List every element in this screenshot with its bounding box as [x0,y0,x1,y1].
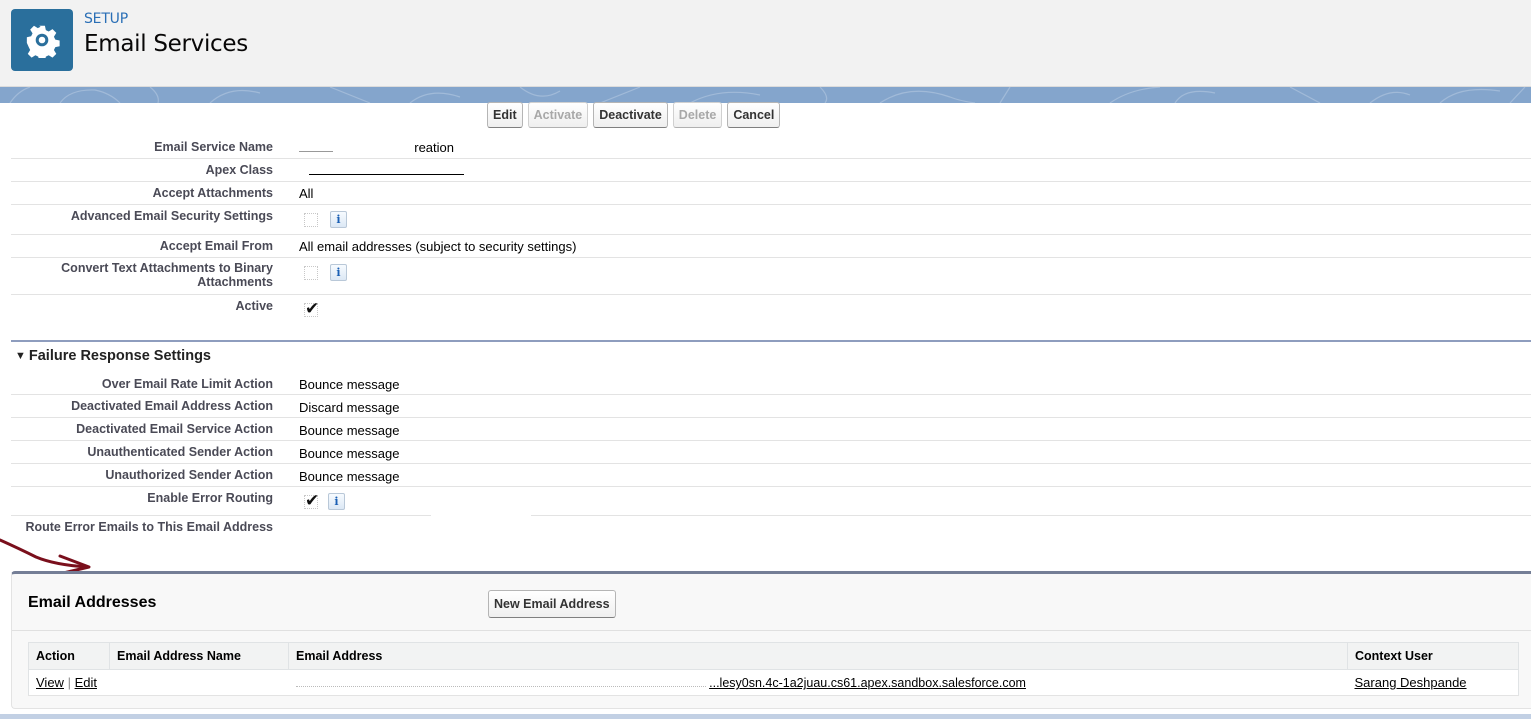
cancel-button[interactable]: Cancel [727,102,781,128]
label-apex-class: Apex Class [205,163,273,177]
table-header-row: Action Email Address Name Email Address … [28,642,1519,670]
redacted-text [299,144,333,152]
row-deactivated-address: Deactivated Email Address Action Discard… [11,395,1531,418]
row-accept-email-from: Accept Email From All email addresses (s… [11,235,1531,258]
value-active [304,299,319,319]
info-icon[interactable]: i [328,493,345,511]
row-advanced-security: Advanced Email Security Settings i [11,205,1531,235]
deactivate-button[interactable]: Deactivate [593,102,668,128]
column-header-email-address-name: Email Address Name [109,642,289,670]
convert-text-checkbox [304,265,318,280]
value-unauthorized-sender: Bounce message [299,469,400,484]
decorative-banner [0,87,1531,103]
row-email-service-name: Email Service Name reation [11,135,1531,159]
page-header: SETUP Email Services [0,0,1531,87]
value-enable-error-routing: i [304,491,345,511]
row-unauthorized-sender: Unauthorized Sender Action Bounce messag… [11,464,1531,487]
row-unauthenticated-sender: Unauthenticated Sender Action Bounce mes… [11,441,1531,464]
label-route-error-emails: Route Error Emails to This Email Address [25,520,273,534]
label-unauthorized-sender: Unauthorized Sender Action [105,468,273,482]
email-addresses-table: Action Email Address Name Email Address … [28,642,1519,696]
section-title: Failure Response Settings [28,348,211,364]
service-name-text: reation [414,140,454,155]
info-icon[interactable]: i [330,264,347,282]
value-convert-text: i [304,264,347,282]
cell-context-user: Sarang Deshpande [1347,669,1519,696]
row-accept-attachments: Accept Attachments All [11,182,1531,205]
failure-response-section: Over Email Rate Limit Action Bounce mess… [11,372,1531,546]
redacted-text [337,142,411,152]
label-over-rate-limit: Over Email Rate Limit Action [101,377,273,391]
advanced-security-checkbox [304,212,318,227]
bottom-border [0,714,1531,719]
label-unauthenticated-sender: Unauthenticated Sender Action [87,445,273,459]
label-convert-text: Convert Text Attachments to Binary Attac… [61,261,273,289]
label-active: Active [235,299,273,313]
column-header-email-address: Email Address [288,642,1348,670]
email-address-link[interactable]: ...lesy0sn.4c-1a2juau.cs61.apex.sandbox.… [709,676,1026,690]
row-enable-error-routing: Enable Error Routing i [11,487,1531,516]
row-deactivated-service: Deactivated Email Service Action Bounce … [11,418,1531,441]
column-header-context-user: Context User [1347,642,1519,670]
value-over-rate-limit: Bounce message [299,377,400,392]
value-email-service-name: reation [299,140,454,155]
row-over-rate-limit: Over Email Rate Limit Action Bounce mess… [11,372,1531,395]
divider [12,630,1531,631]
row-route-error-emails: Route Error Emails to This Email Address [11,516,1531,546]
value-unauthenticated-sender: Bounce message [299,446,400,461]
active-checkbox [304,299,319,319]
label-enable-error-routing: Enable Error Routing [147,491,273,505]
cell-email-address-name [109,669,289,696]
table-row: View | Edit ...lesy0sn.4c-1a2juau.cs61.a… [28,669,1519,696]
label-accept-email-from: Accept Email From [159,239,273,253]
label-deactivated-address: Deactivated Email Address Action [71,399,273,413]
delete-button: Delete [672,102,723,128]
detail-section: Email Service Name reation Apex Class Ac… [11,135,1531,325]
value-accept-attachments: All [299,186,314,201]
gear-icon [11,9,73,71]
new-email-address-button[interactable]: New Email Address [488,590,616,618]
value-apex-class-link[interactable] [299,163,464,178]
row-convert-text: Convert Text Attachments to Binary Attac… [11,258,1531,295]
row-active: Active [11,295,1531,325]
view-link[interactable]: View [36,675,64,690]
value-advanced-security: i [304,211,347,229]
edit-link[interactable]: Edit [75,675,97,690]
breadcrumb-setup[interactable]: SETUP [84,11,128,27]
edit-button[interactable]: Edit [487,102,523,128]
collapse-triangle-icon[interactable]: ▼ [15,350,26,362]
action-separator: | [67,675,71,690]
failure-response-section-header[interactable]: ▼ Failure Response Settings [11,340,1531,364]
label-accept-attachments: Accept Attachments [152,186,273,200]
redacted-text [117,677,237,687]
column-header-action: Action [28,642,110,670]
activate-button: Activate [527,102,589,128]
enable-error-routing-checkbox [304,491,319,511]
value-accept-email-from: All email addresses (subject to security… [299,239,577,254]
cell-action: View | Edit [28,669,110,696]
label-advanced-security: Advanced Email Security Settings [70,209,273,223]
redacted-text [295,677,706,687]
context-user-link[interactable]: Sarang Deshpande [1355,675,1467,690]
page-title: Email Services [84,31,248,57]
info-icon[interactable]: i [330,211,347,229]
cell-email-address: ...lesy0sn.4c-1a2juau.cs61.apex.sandbox.… [288,669,1348,696]
related-list-title: Email Addresses [28,594,157,611]
row-apex-class: Apex Class [11,159,1531,182]
label-email-service-name: Email Service Name [154,140,273,154]
detail-toolbar: Edit Activate Deactivate Delete Cancel [487,102,781,128]
value-deactivated-service: Bounce message [299,423,400,438]
value-deactivated-address: Discard message [299,400,400,415]
label-deactivated-service: Deactivated Email Service Action [76,422,273,436]
email-addresses-related-list: Email Addresses New Email Address Action… [11,571,1531,709]
